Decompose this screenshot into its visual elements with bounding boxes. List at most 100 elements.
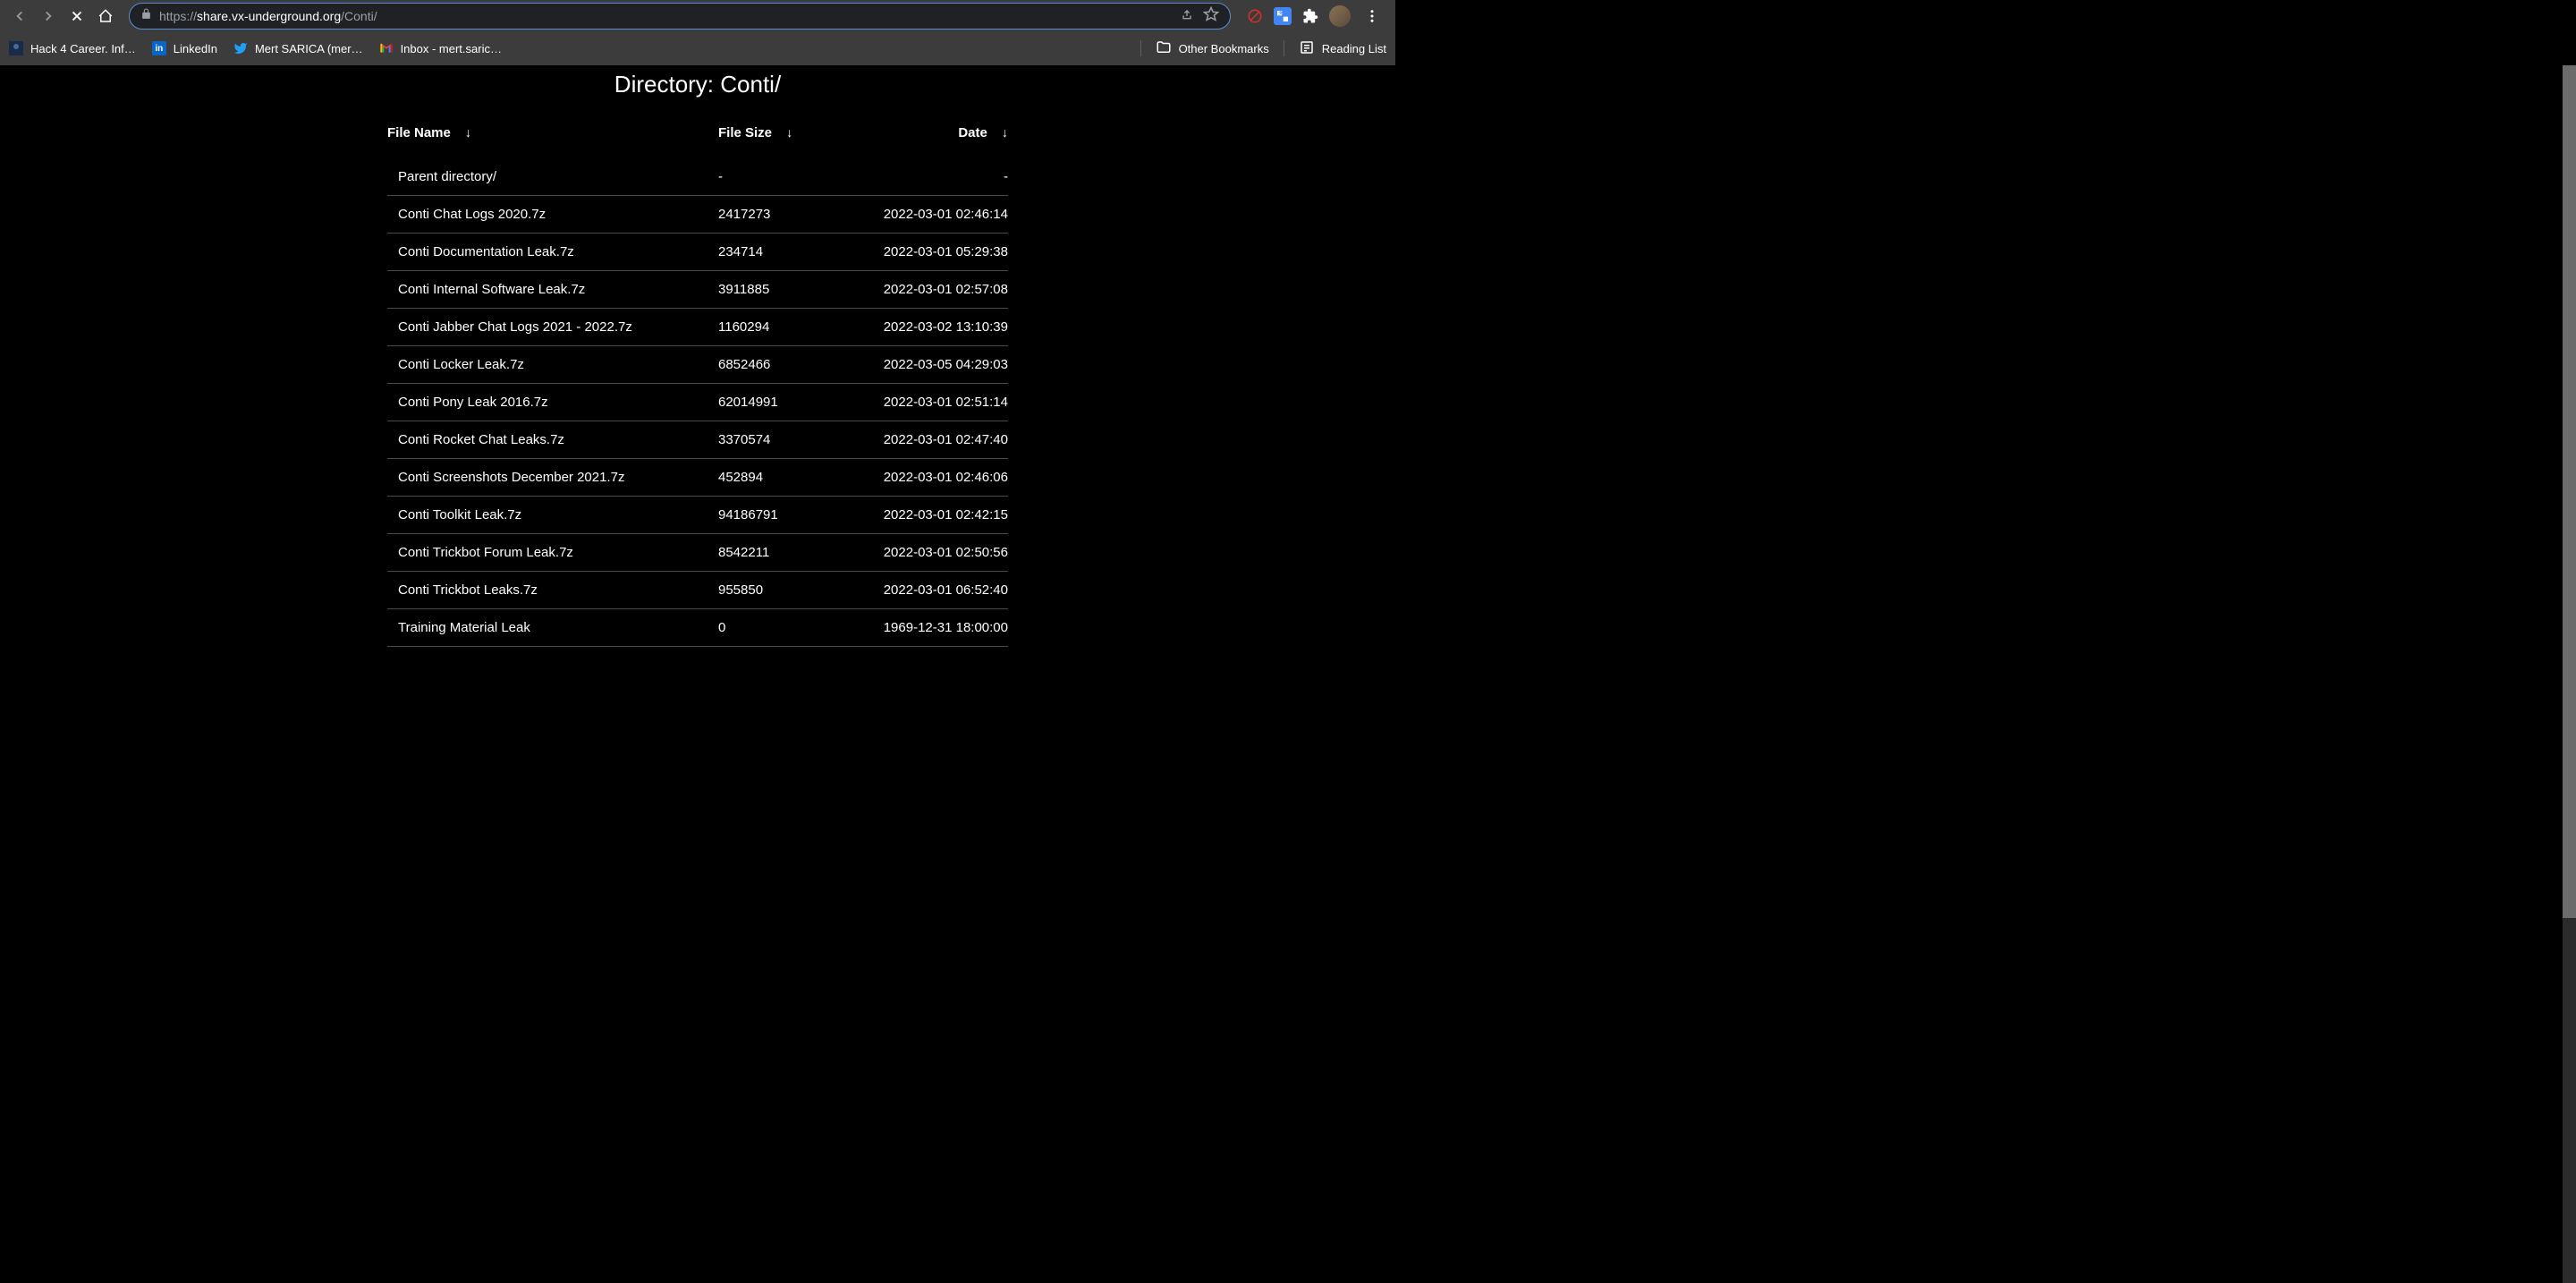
cell-filesize: 2417273 bbox=[718, 196, 843, 234]
back-button[interactable] bbox=[7, 4, 32, 29]
table-row: Conti Trickbot Leaks.7z 9558502022-03-01 … bbox=[387, 572, 1008, 609]
cell-date: 1969-12-31 18:00:00 bbox=[843, 609, 1008, 647]
file-table: File Name ↓ File Size ↓ Date ↓ Parent di… bbox=[387, 125, 1008, 647]
toolbar-right-icons: 文 bbox=[1241, 4, 1388, 29]
bookmark-label: Inbox - mert.saric… bbox=[401, 42, 502, 55]
file-link[interactable]: Conti Toolkit Leak.7z bbox=[398, 507, 521, 523]
other-bookmarks-label: Other Bookmarks bbox=[1179, 42, 1269, 55]
cell-filesize: - bbox=[718, 158, 843, 196]
reading-list-icon bbox=[1299, 39, 1315, 58]
cell-filesize: 1160294 bbox=[718, 309, 843, 346]
cell-filesize: 3911885 bbox=[718, 271, 843, 309]
cell-date: 2022-03-01 02:46:14 bbox=[843, 196, 1008, 234]
reading-list-button[interactable]: Reading List bbox=[1299, 39, 1386, 58]
bookmark-icon bbox=[9, 41, 23, 55]
table-row: Conti Rocket Chat Leaks.7z 33705742022-03… bbox=[387, 421, 1008, 459]
reading-list-label: Reading List bbox=[1322, 42, 1386, 55]
cell-filename: Conti Pony Leak 2016.7z bbox=[387, 384, 718, 421]
bookmark-hack4career[interactable]: Hack 4 Career. Inf… bbox=[9, 41, 136, 55]
file-link[interactable]: Conti Pony Leak 2016.7z bbox=[398, 395, 548, 410]
file-link[interactable]: Conti Chat Logs 2020.7z bbox=[398, 207, 546, 222]
cell-date: 2022-03-05 04:29:03 bbox=[843, 346, 1008, 384]
cell-filename: Conti Trickbot Leaks.7z bbox=[387, 572, 718, 609]
header-filename[interactable]: File Name ↓ bbox=[387, 125, 718, 158]
cell-date: 2022-03-01 02:46:06 bbox=[843, 459, 1008, 497]
bookmark-label: Hack 4 Career. Inf… bbox=[30, 42, 136, 55]
cell-filesize: 62014991 bbox=[718, 384, 843, 421]
table-row: Parent directory/ -- bbox=[387, 158, 1008, 196]
address-bar[interactable]: https://share.vx-underground.org/Conti/ bbox=[129, 3, 1231, 30]
file-link[interactable]: Conti Trickbot Leaks.7z bbox=[398, 582, 538, 598]
bookmark-star-icon[interactable] bbox=[1203, 6, 1219, 27]
header-date[interactable]: Date ↓ bbox=[843, 125, 1008, 158]
file-link[interactable]: Conti Locker Leak.7z bbox=[398, 357, 524, 372]
cell-filename: Conti Screenshots December 2021.7z bbox=[387, 459, 718, 497]
file-link[interactable]: Conti Documentation Leak.7z bbox=[398, 244, 574, 259]
sort-arrow-icon: ↓ bbox=[1002, 125, 1008, 140]
cell-filesize: 452894 bbox=[718, 459, 843, 497]
browser-toolbar: https://share.vx-underground.org/Conti/ … bbox=[0, 0, 1395, 32]
file-link[interactable]: Conti Screenshots December 2021.7z bbox=[398, 470, 624, 485]
cell-filesize: 3370574 bbox=[718, 421, 843, 459]
share-icon[interactable] bbox=[1180, 7, 1194, 26]
cell-filename: Conti Toolkit Leak.7z bbox=[387, 497, 718, 534]
cell-filename: Training Material Leak bbox=[387, 609, 718, 647]
extensions-icon[interactable] bbox=[1301, 6, 1320, 26]
other-bookmarks-button[interactable]: Other Bookmarks bbox=[1156, 39, 1269, 58]
file-link[interactable]: Conti Rocket Chat Leaks.7z bbox=[398, 432, 564, 447]
bookmark-gmail[interactable]: Inbox - mert.saric… bbox=[379, 41, 502, 55]
file-link[interactable]: Training Material Leak bbox=[398, 620, 530, 635]
table-row: Conti Internal Software Leak.7z 391188520… bbox=[387, 271, 1008, 309]
stop-button[interactable] bbox=[64, 4, 89, 29]
cell-filename: Conti Locker Leak.7z bbox=[387, 346, 718, 384]
cell-date: 2022-03-01 05:29:38 bbox=[843, 234, 1008, 271]
file-link[interactable]: Conti Internal Software Leak.7z bbox=[398, 282, 585, 297]
page-title: Directory: Conti/ bbox=[0, 65, 1395, 125]
cell-date: 2022-03-01 02:57:08 bbox=[843, 271, 1008, 309]
linkedin-icon: in bbox=[152, 41, 166, 55]
file-link[interactable]: Parent directory/ bbox=[398, 169, 496, 184]
cell-date: - bbox=[843, 158, 1008, 196]
cell-date: 2022-03-01 02:42:15 bbox=[843, 497, 1008, 534]
bookmark-linkedin[interactable]: in LinkedIn bbox=[152, 41, 217, 55]
cell-filesize: 6852466 bbox=[718, 346, 843, 384]
extension-block-icon[interactable] bbox=[1245, 6, 1265, 26]
sort-arrow-icon: ↓ bbox=[786, 125, 792, 140]
table-row: Conti Locker Leak.7z 68524662022-03-05 04… bbox=[387, 346, 1008, 384]
bookmark-twitter[interactable]: Mert SARICA (mer… bbox=[233, 41, 363, 55]
forward-button[interactable] bbox=[36, 4, 61, 29]
header-filesize[interactable]: File Size ↓ bbox=[718, 125, 843, 158]
home-button[interactable] bbox=[93, 4, 118, 29]
cell-filename: Conti Jabber Chat Logs 2021 - 2022.7z bbox=[387, 309, 718, 346]
table-row: Conti Screenshots December 2021.7z 452894… bbox=[387, 459, 1008, 497]
cell-filesize: 0 bbox=[718, 609, 843, 647]
cell-date: 2022-03-01 06:52:40 bbox=[843, 572, 1008, 609]
gmail-icon bbox=[379, 41, 394, 55]
cell-filesize: 955850 bbox=[718, 572, 843, 609]
browser-chrome: https://share.vx-underground.org/Conti/ … bbox=[0, 0, 1395, 65]
cell-date: 2022-03-01 02:47:40 bbox=[843, 421, 1008, 459]
profile-avatar[interactable] bbox=[1329, 5, 1351, 27]
svg-text:文: 文 bbox=[1278, 10, 1283, 16]
table-row: Conti Trickbot Forum Leak.7z85422112022-… bbox=[387, 534, 1008, 572]
file-link[interactable]: Conti Trickbot Forum Leak.7z bbox=[398, 545, 573, 560]
file-link[interactable]: Conti Jabber Chat Logs 2021 - 2022.7z bbox=[398, 319, 632, 335]
folder-icon bbox=[1156, 39, 1172, 58]
cell-date: 2022-03-01 02:50:56 bbox=[843, 534, 1008, 572]
cell-filesize: 234714 bbox=[718, 234, 843, 271]
table-row: Conti Chat Logs 2020.7z 24172732022-03-01… bbox=[387, 196, 1008, 234]
cell-filename: Conti Chat Logs 2020.7z bbox=[387, 196, 718, 234]
cell-filename: Conti Trickbot Forum Leak.7z bbox=[387, 534, 718, 572]
scrollbar-thumb[interactable] bbox=[2563, 65, 2576, 918]
cell-date: 2022-03-01 02:51:14 bbox=[843, 384, 1008, 421]
table-row: Conti Pony Leak 2016.7z 620149912022-03-0… bbox=[387, 384, 1008, 421]
url-text: https://share.vx-underground.org/Conti/ bbox=[159, 9, 1173, 23]
twitter-icon bbox=[233, 41, 248, 55]
scrollbar-track[interactable] bbox=[2563, 65, 2576, 1283]
menu-dots-icon[interactable] bbox=[1360, 4, 1385, 29]
table-row: Conti Documentation Leak.7z 2347142022-03… bbox=[387, 234, 1008, 271]
divider bbox=[1140, 40, 1141, 56]
extension-translate-icon[interactable]: 文 bbox=[1274, 7, 1292, 25]
cell-filename: Conti Documentation Leak.7z bbox=[387, 234, 718, 271]
nav-buttons bbox=[7, 4, 118, 29]
